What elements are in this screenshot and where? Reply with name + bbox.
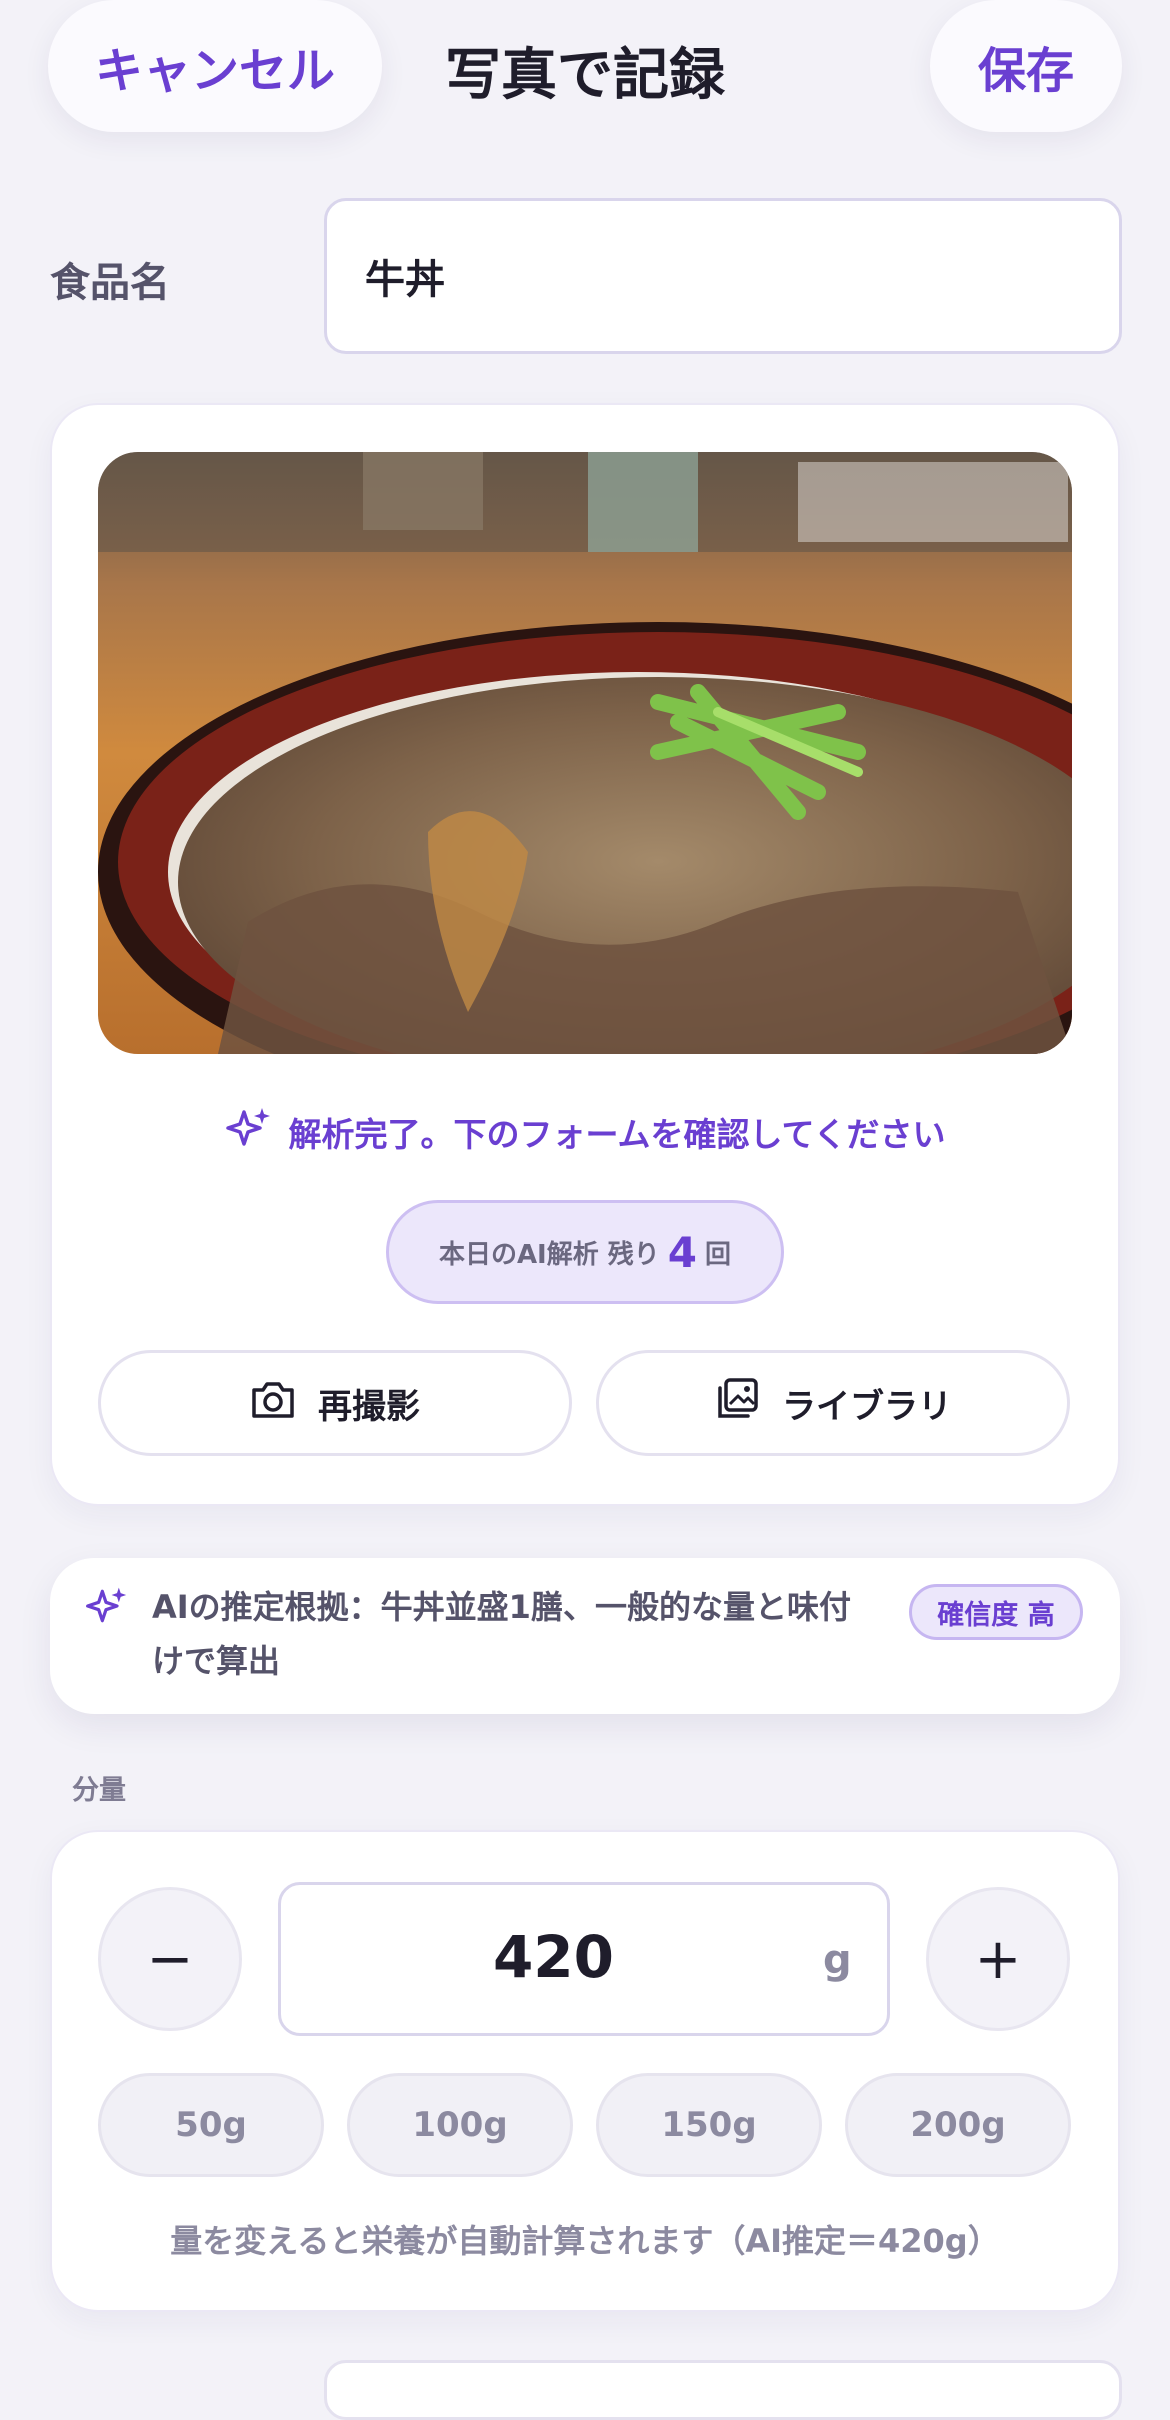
photo-library-icon xyxy=(714,1376,760,1431)
quantity-unit: g xyxy=(823,1937,852,1983)
quantity-input[interactable]: 420 g xyxy=(278,1882,890,2036)
retake-button[interactable]: 再撮影 xyxy=(98,1350,572,1456)
preset-100g[interactable]: 100g xyxy=(347,2073,573,2177)
confidence-badge: 確信度 高 xyxy=(909,1584,1083,1640)
quantity-value: 420 xyxy=(492,1923,615,1991)
increase-button[interactable]: + xyxy=(926,1887,1070,2031)
ai-reason-text: AIの推定根拠：牛丼並盛1膳、一般的な量と味付けで算出 xyxy=(152,1588,851,1680)
save-button[interactable]: 保存 xyxy=(930,0,1122,132)
preset-150g[interactable]: 150g xyxy=(596,2073,822,2177)
remaining-analyses-badge: 本日のAI解析 残り 4 回 xyxy=(386,1200,784,1304)
gyudon-photo-illustration xyxy=(98,452,1072,1054)
remaining-count: 4 xyxy=(667,1227,698,1277)
quantity-section-label: 分量 xyxy=(72,1775,126,1806)
food-name-input[interactable]: 牛丼 xyxy=(324,198,1122,354)
food-photo xyxy=(98,452,1072,1054)
food-name-label: 食品名 xyxy=(50,260,170,306)
sparkle-icon xyxy=(224,1104,272,1160)
analysis-status: 解析完了。下のフォームを確認してください xyxy=(98,1102,1072,1162)
remaining-suffix: 回 xyxy=(705,1239,732,1270)
analysis-status-text: 解析完了。下のフォームを確認してください xyxy=(288,1115,946,1154)
decrease-button[interactable]: − xyxy=(98,1887,242,2031)
library-button[interactable]: ライブラリ xyxy=(596,1350,1070,1456)
preset-200g[interactable]: 200g xyxy=(845,2073,1071,2177)
sparkle-icon xyxy=(84,1584,128,1632)
retake-label: 再撮影 xyxy=(318,1386,420,1427)
next-field-partial xyxy=(324,2360,1122,2420)
preset-50g[interactable]: 50g xyxy=(98,2073,324,2177)
library-label: ライブラリ xyxy=(782,1386,952,1427)
remaining-prefix: 本日のAI解析 残り xyxy=(438,1239,660,1270)
camera-icon xyxy=(250,1376,296,1431)
quantity-hint: 量を変えると栄養が自動計算されます（AI推定＝420g） xyxy=(170,2222,1000,2260)
